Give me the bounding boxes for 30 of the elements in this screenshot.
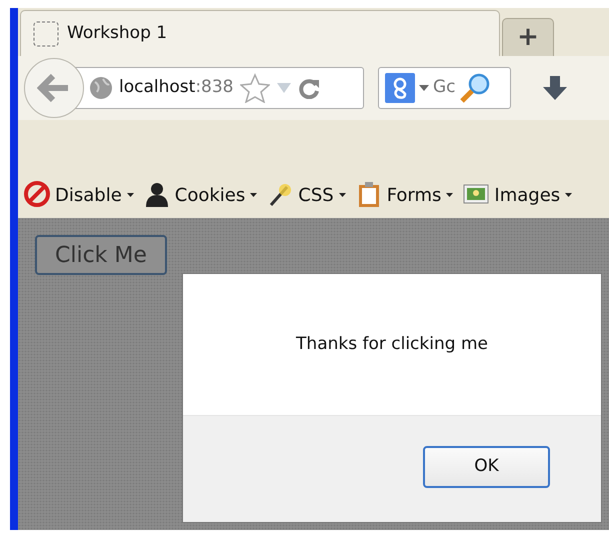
ok-button[interactable]: OK [423, 446, 550, 488]
caret-icon [338, 193, 346, 197]
toolbar-menu-button[interactable]: Images [461, 181, 574, 209]
star-icon[interactable] [240, 73, 270, 103]
download-icon[interactable] [541, 74, 569, 102]
dialog-message: Thanks for clicking me [296, 332, 488, 356]
tab-title: Workshop 1 [67, 22, 168, 45]
search-icon[interactable] [459, 72, 491, 104]
caret-icon [446, 193, 454, 197]
block-icon [24, 181, 50, 209]
toolbar-menu-button[interactable]: CSS [265, 181, 348, 209]
toolbar-menu-button[interactable]: Disable [22, 181, 136, 209]
search-engine-icon[interactable] [385, 73, 415, 103]
search-bar[interactable]: Gc [378, 67, 511, 109]
caret-icon[interactable] [419, 85, 429, 91]
caret-icon [126, 193, 134, 197]
caret-icon [250, 193, 258, 197]
new-tab-button[interactable]: + [502, 18, 554, 56]
page-icon [33, 20, 59, 46]
caret-icon [565, 193, 572, 197]
globe-icon [89, 76, 113, 100]
url-text: localhost:838 [119, 76, 234, 100]
back-arrow-icon [37, 73, 71, 103]
reload-icon[interactable] [298, 77, 320, 99]
toolbar-menu-button[interactable]: Forms [354, 181, 456, 209]
magic-wand-icon [267, 181, 294, 209]
toolbar-menu-button[interactable]: Cookies [142, 181, 260, 209]
browser-tab[interactable]: Workshop 1 [20, 10, 500, 56]
click-me-button[interactable]: Click Me [35, 235, 167, 275]
person-icon [144, 181, 170, 209]
